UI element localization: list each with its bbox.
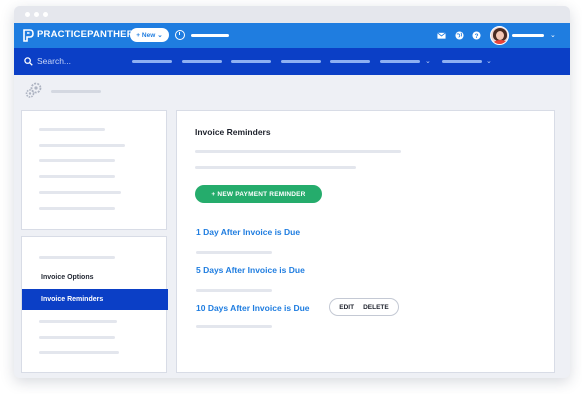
placeholder-line [39, 336, 115, 339]
sidebar-item-invoice-options[interactable]: Invoice Options [22, 267, 168, 288]
nav-item[interactable] [182, 60, 222, 63]
delete-button[interactable]: DELETE [363, 304, 389, 311]
sidebar-card-settings: Invoice Options Invoice Reminders [21, 236, 168, 373]
placeholder-line [39, 144, 125, 147]
mail-icon[interactable] [437, 31, 446, 40]
placeholder-line [39, 256, 115, 259]
avatar[interactable] [490, 26, 509, 45]
new-button-label: + New [136, 31, 156, 39]
panther-logo-icon [23, 28, 34, 42]
edit-button[interactable]: EDIT [339, 304, 354, 311]
placeholder-line [196, 289, 272, 292]
nav-item[interactable] [442, 60, 482, 63]
row-actions: EDIT DELETE [329, 298, 399, 316]
main-panel: Invoice Reminders + NEW PAYMENT REMINDER… [176, 110, 555, 373]
window-dot [25, 12, 30, 17]
reminder-link-10-days[interactable]: 10 Days After Invoice is Due [196, 303, 310, 313]
sidebar-item-label: Invoice Options [41, 274, 94, 281]
timer-icon[interactable] [175, 30, 185, 40]
chevron-down-icon[interactable]: ⌄ [486, 57, 492, 65]
help-icon[interactable]: ? [472, 31, 481, 40]
timer-placeholder [191, 34, 229, 37]
placeholder-line [196, 251, 272, 254]
chevron-down-icon[interactable]: ⌄ [550, 31, 556, 39]
new-payment-reminder-button[interactable]: + NEW PAYMENT REMINDER [195, 185, 322, 203]
nav-item[interactable] [281, 60, 321, 63]
sidebar-card-top [21, 110, 167, 230]
user-name-placeholder [512, 34, 544, 37]
placeholder-line [39, 320, 117, 323]
placeholder-line [195, 150, 401, 153]
svg-text:?: ? [475, 33, 479, 40]
placeholder-line [39, 128, 105, 131]
brand-name: PRACTICEPANTHER® [37, 29, 137, 41]
search-input[interactable]: Search... [37, 56, 71, 66]
placeholder-line [39, 159, 115, 162]
placeholder-line [196, 325, 272, 328]
nav-item[interactable] [132, 60, 172, 63]
window-dot [43, 12, 48, 17]
sidebar-item-invoice-reminders[interactable]: Invoice Reminders [22, 289, 168, 310]
placeholder-line [39, 351, 119, 354]
placeholder-line [39, 191, 121, 194]
top-header: PRACTICEPANTHER® + New ⌄ ? ⌄ [14, 23, 570, 48]
window-chrome [14, 6, 570, 23]
placeholder-line [195, 166, 356, 169]
globe-icon[interactable] [455, 31, 464, 40]
nav-item[interactable] [231, 60, 271, 63]
chevron-down-icon[interactable]: ⌄ [425, 57, 431, 65]
settings-gear-icon [25, 82, 42, 98]
nav-item[interactable] [330, 60, 370, 63]
reminder-link-1-day[interactable]: 1 Day After Invoice is Due [196, 227, 300, 237]
brand-logo[interactable]: PRACTICEPANTHER® [23, 28, 137, 42]
new-button[interactable]: + New ⌄ [130, 28, 169, 42]
reminder-link-5-days[interactable]: 5 Days After Invoice is Due [196, 265, 305, 275]
search-icon[interactable] [24, 57, 33, 66]
nav-bar: Search... ⌄ ⌄ [14, 48, 570, 75]
nav-item[interactable] [380, 60, 420, 63]
breadcrumb [51, 90, 101, 93]
page-title: Invoice Reminders [195, 127, 271, 137]
sidebar-item-label: Invoice Reminders [41, 296, 104, 303]
app-window: PRACTICEPANTHER® + New ⌄ ? ⌄ [14, 6, 570, 378]
placeholder-line [39, 207, 115, 210]
placeholder-line [39, 175, 115, 178]
window-dot [34, 12, 39, 17]
chevron-down-icon: ⌄ [157, 32, 163, 39]
